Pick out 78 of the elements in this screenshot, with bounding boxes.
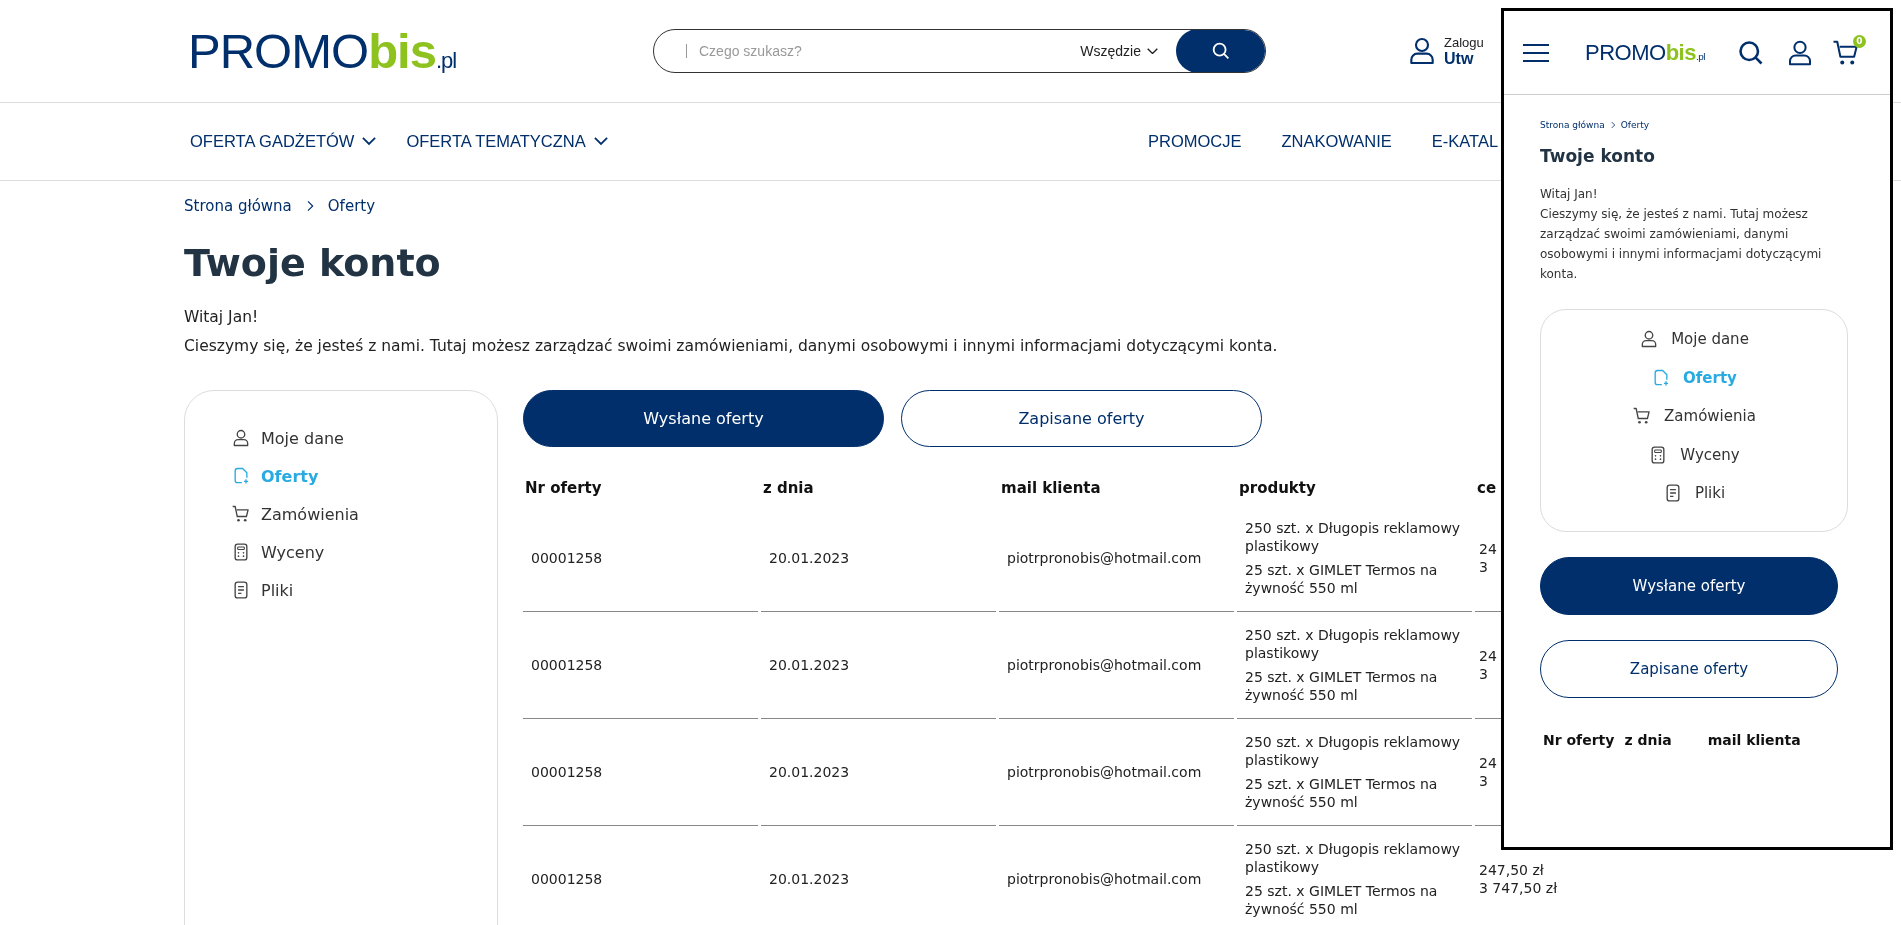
table-cell-text: 20.01.2023 bbox=[769, 870, 851, 888]
offer-tab[interactable]: Zapisane oferty bbox=[901, 390, 1262, 447]
intro-text: Cieszymy się, że jesteś z nami. Tutaj możesz zarządzać swoimi zamówieniami, danymi osobowymi i innymi informacjami dotyczącymi konta. bbox=[1540, 206, 1823, 283]
table-cell-text: 20.01.2023 bbox=[769, 656, 851, 674]
column-header: produkty bbox=[1239, 479, 1316, 497]
product-line: 250 szt. x Długopis reklamowy plastikowy bbox=[1245, 626, 1462, 662]
price-text: 3 bbox=[1479, 772, 1488, 790]
table-cell-text: 00001258 bbox=[531, 870, 604, 888]
price-text: 3 747,50 zł bbox=[1479, 879, 1558, 897]
account-menu-item[interactable]: Moje dane bbox=[1671, 330, 1749, 349]
account-menu-item[interactable]: Pliki bbox=[1694, 484, 1726, 503]
breadcrumb-link[interactable]: Oferty bbox=[327, 197, 376, 215]
price-text: 3 bbox=[1479, 665, 1488, 683]
page-title: Twoje konto bbox=[1540, 146, 1655, 166]
table-cell-text: 00001258 bbox=[531, 549, 604, 567]
nav-link[interactable]: E-KATAL bbox=[1431, 132, 1499, 151]
account-menu-item[interactable]: Wyceny bbox=[1680, 445, 1740, 464]
price-text: 247,50 zł bbox=[1479, 861, 1544, 879]
page-title: Twoje konto bbox=[184, 241, 441, 285]
breadcrumb-link[interactable]: Strona główna bbox=[184, 197, 292, 215]
cart-count-badge: 0 bbox=[1852, 34, 1866, 48]
search-icon[interactable] bbox=[1736, 38, 1765, 67]
account-menu-item[interactable]: Wyceny bbox=[261, 542, 325, 562]
price-text: 3 bbox=[1479, 558, 1488, 576]
product-line: 250 szt. x Długopis reklamowy plastikowy bbox=[1245, 840, 1462, 876]
table-cell-text: piotrpronobis@hotmail.com bbox=[1007, 549, 1203, 567]
breadcrumb-link[interactable]: Oferty bbox=[1620, 120, 1650, 130]
account-menu-item[interactable]: Zamówienia bbox=[1664, 407, 1756, 426]
account-menu-item[interactable]: Pliki bbox=[261, 580, 294, 600]
column-header: ce bbox=[1477, 479, 1497, 497]
breadcrumb-link[interactable]: Strona główna bbox=[1540, 120, 1605, 130]
chevron-down-icon[interactable] bbox=[362, 137, 377, 146]
product-line: 25 szt. x GIMLET Termos na żywność 550 ml bbox=[1245, 882, 1439, 918]
intro-text: Cieszymy się, że jesteś z nami. Tutaj możesz zarządzać swoimi zamówieniami, danymi osobowymi i innymi informacjami dotyczącymi konta. bbox=[184, 336, 1278, 357]
offer-tab[interactable]: Wysłane oferty bbox=[523, 390, 884, 447]
price-text: 24 bbox=[1479, 647, 1497, 665]
user-icon bbox=[231, 428, 251, 448]
greeting-text: Witaj Jan! bbox=[184, 307, 259, 328]
login-link[interactable]: Zalogu bbox=[1444, 34, 1484, 50]
column-header: mail klienta bbox=[1001, 479, 1101, 497]
nav-link[interactable]: PROMOCJE bbox=[1148, 132, 1242, 151]
column-header: Nr oferty bbox=[525, 479, 602, 497]
search-button[interactable] bbox=[1176, 30, 1265, 72]
offer-tab[interactable]: Zapisane oferty bbox=[1540, 640, 1838, 698]
account-menu-item[interactable]: Zamówienia bbox=[261, 504, 359, 524]
nav-menu-item[interactable]: OFERTA GADŻETÓW bbox=[190, 132, 355, 151]
offer-tab[interactable]: Wysłane oferty bbox=[1540, 557, 1838, 615]
product-line: 250 szt. x Długopis reklamowy plastikowy bbox=[1245, 519, 1462, 555]
chevron-down-icon bbox=[1147, 47, 1158, 55]
cart-icon bbox=[231, 504, 251, 524]
table-cell-text: piotrpronobis@hotmail.com bbox=[1007, 763, 1203, 781]
account-menu-item[interactable]: Moje dane bbox=[261, 428, 344, 448]
column-header: mail klienta bbox=[1707, 732, 1801, 748]
logo[interactable]: PROMObis.pl bbox=[188, 26, 653, 76]
column-header: z dnia bbox=[1624, 732, 1672, 748]
price-text: 24 bbox=[1479, 540, 1497, 558]
greeting-text: Witaj Jan! bbox=[1540, 186, 1598, 203]
column-header: Nr oferty bbox=[1543, 732, 1615, 748]
product-line: 250 szt. x Długopis reklamowy plastikowy bbox=[1245, 733, 1462, 769]
chevron-down-icon[interactable] bbox=[593, 137, 608, 146]
search-icon bbox=[1210, 40, 1232, 62]
table-cell-text: piotrpronobis@hotmail.com bbox=[1007, 656, 1203, 674]
column-header: z dnia bbox=[763, 479, 814, 497]
table-cell-text: 20.01.2023 bbox=[769, 549, 851, 567]
product-line: 25 szt. x GIMLET Termos na żywność 550 ml bbox=[1245, 668, 1439, 704]
price-text: 24 bbox=[1479, 754, 1497, 772]
product-line: 25 szt. x GIMLET Termos na żywność 550 ml bbox=[1245, 775, 1439, 811]
table-cell-text: 20.01.2023 bbox=[769, 763, 851, 781]
table-cell-text: 00001258 bbox=[531, 656, 604, 674]
table-cell-text: 00001258 bbox=[531, 763, 604, 781]
table-cell-text: piotrpronobis@hotmail.com bbox=[1007, 870, 1203, 888]
cart-icon bbox=[1632, 406, 1653, 427]
scope-dropdown[interactable]: Wszędzie bbox=[1074, 42, 1164, 60]
nav-link[interactable]: ZNAKOWANIE bbox=[1281, 132, 1392, 151]
logo[interactable]: PROMObis.pl bbox=[1585, 41, 1705, 64]
product-line: 25 szt. x GIMLET Termos na żywność 550 ml bbox=[1245, 561, 1439, 597]
nav-menu-item[interactable]: OFERTA TEMATYCZNA bbox=[406, 132, 586, 151]
register-link[interactable]: Utw bbox=[1444, 49, 1484, 68]
